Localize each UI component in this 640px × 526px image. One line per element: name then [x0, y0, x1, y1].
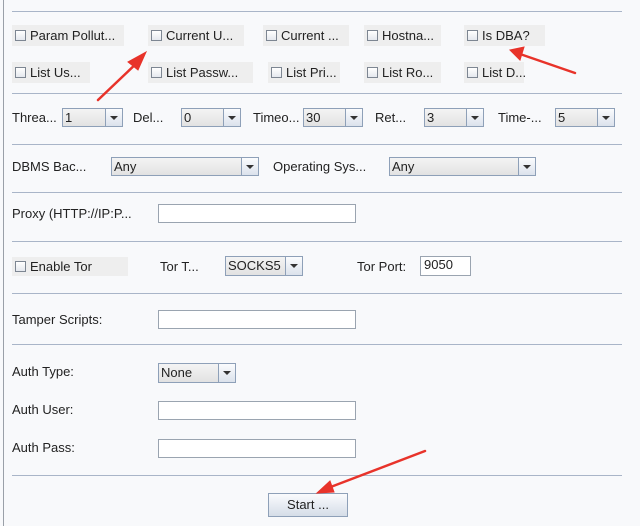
chevron-down-icon[interactable] [466, 109, 483, 126]
divider [12, 344, 622, 345]
checkbox-list-passwords[interactable]: List Passw... [148, 62, 253, 83]
divider [12, 144, 622, 145]
checkbox-label: List Pri... [286, 65, 337, 80]
checkbox-icon [367, 67, 378, 78]
checkbox-current-user[interactable]: Current U... [148, 25, 244, 46]
chevron-down-icon[interactable] [345, 109, 362, 126]
checkbox-label: Param Pollut... [30, 28, 116, 43]
checkbox-label: Current U... [166, 28, 234, 43]
arrow-icon [518, 52, 577, 75]
tamper-label: Tamper Scripts: [12, 312, 103, 327]
arrowhead-icon [127, 50, 148, 71]
checkbox-icon [467, 30, 478, 41]
timeout-label: Timeo... [253, 110, 300, 125]
tamper-input[interactable] [158, 310, 356, 329]
chevron-down-icon[interactable] [105, 109, 122, 126]
time-sec-select[interactable]: 5 [555, 108, 615, 127]
arrow-icon [96, 58, 142, 102]
checkbox-label: Enable Tor [30, 259, 92, 274]
tor-port-input[interactable]: 9050 [420, 256, 471, 276]
auth-user-label: Auth User: [12, 402, 74, 417]
os-select[interactable]: Any [389, 157, 536, 176]
checkbox-list-users[interactable]: List Us... [12, 62, 90, 83]
checkbox-label: List Ro... [382, 65, 434, 80]
delay-label: Del... [133, 110, 164, 125]
tor-type-select[interactable]: SOCKS5 [225, 256, 303, 276]
tor-type-label: Tor T... [160, 259, 199, 274]
tor-port-label: Tor Port: [357, 259, 407, 274]
checkbox-icon [367, 30, 378, 41]
timeout-select[interactable]: 30 [303, 108, 363, 127]
retries-select[interactable]: 3 [424, 108, 484, 127]
divider [12, 241, 622, 242]
divider [12, 475, 622, 476]
auth-type-value: None [161, 365, 193, 380]
enable-tor-checkbox[interactable]: Enable Tor [12, 257, 128, 276]
checkbox-icon [271, 67, 282, 78]
checkbox-label: Is DBA? [482, 28, 530, 43]
checkbox-list-privileges[interactable]: List Pri... [268, 62, 340, 83]
checkbox-label: List Passw... [166, 65, 239, 80]
left-border [3, 0, 4, 526]
checkbox-list-dbs[interactable]: List D... [464, 62, 527, 83]
retries-value: 3 [427, 110, 435, 125]
checkbox-is-dba[interactable]: Is DBA? [464, 25, 545, 46]
start-button[interactable]: Start ... [268, 493, 348, 517]
delay-select[interactable]: 0 [181, 108, 241, 127]
tor-type-value: SOCKS5 [228, 258, 281, 273]
divider [12, 11, 622, 12]
chevron-down-icon[interactable] [223, 109, 240, 126]
arrowhead-icon [315, 480, 335, 494]
divider [12, 192, 622, 193]
checkbox-icon [151, 30, 162, 41]
proxy-input[interactable] [158, 204, 356, 223]
proxy-label: Proxy (HTTP://IP:P... [12, 206, 132, 221]
checkbox-icon [467, 67, 478, 78]
auth-type-label: Auth Type: [12, 364, 74, 379]
checkbox-icon [15, 67, 26, 78]
dbms-label: DBMS Bac... [12, 159, 87, 174]
checkbox-list-roles[interactable]: List Ro... [364, 62, 441, 83]
auth-user-input[interactable] [158, 401, 356, 420]
os-label: Operating Sys... [273, 159, 367, 174]
time-sec-value: 5 [558, 110, 566, 125]
threads-value: 1 [65, 110, 73, 125]
checkbox-param-pollution[interactable]: Param Pollut... [12, 25, 124, 46]
threads-select[interactable]: 1 [62, 108, 123, 127]
divider [12, 93, 622, 94]
dbms-value: Any [114, 159, 137, 174]
chevron-down-icon[interactable] [518, 158, 535, 175]
auth-pass-input[interactable] [158, 439, 356, 458]
checkbox-label: Hostna... [382, 28, 435, 43]
checkbox-label: Current ... [281, 28, 339, 43]
checkbox-current-db[interactable]: Current ... [263, 25, 349, 46]
checkbox-icon [15, 30, 26, 41]
chevron-down-icon[interactable] [241, 158, 258, 175]
checkbox-hostname[interactable]: Hostna... [364, 25, 441, 46]
retries-label: Ret... [375, 110, 407, 125]
auth-type-select[interactable]: None [158, 363, 236, 383]
auth-pass-label: Auth Pass: [12, 440, 75, 455]
divider [12, 293, 622, 294]
delay-value: 0 [184, 110, 192, 125]
chevron-down-icon[interactable] [597, 109, 614, 126]
os-value: Any [392, 159, 415, 174]
arrowhead-icon [508, 46, 525, 61]
checkbox-label: List D... [482, 65, 527, 80]
checkbox-label: List Us... [30, 65, 81, 80]
dbms-select[interactable]: Any [111, 157, 259, 176]
threads-label: Threa... [12, 110, 57, 125]
checkbox-icon [266, 30, 277, 41]
checkbox-icon [15, 261, 26, 272]
chevron-down-icon[interactable] [285, 257, 302, 275]
checkbox-icon [151, 67, 162, 78]
timeout-value: 30 [306, 110, 321, 125]
time-sec-label: Time-... [498, 110, 542, 125]
chevron-down-icon[interactable] [218, 364, 235, 382]
